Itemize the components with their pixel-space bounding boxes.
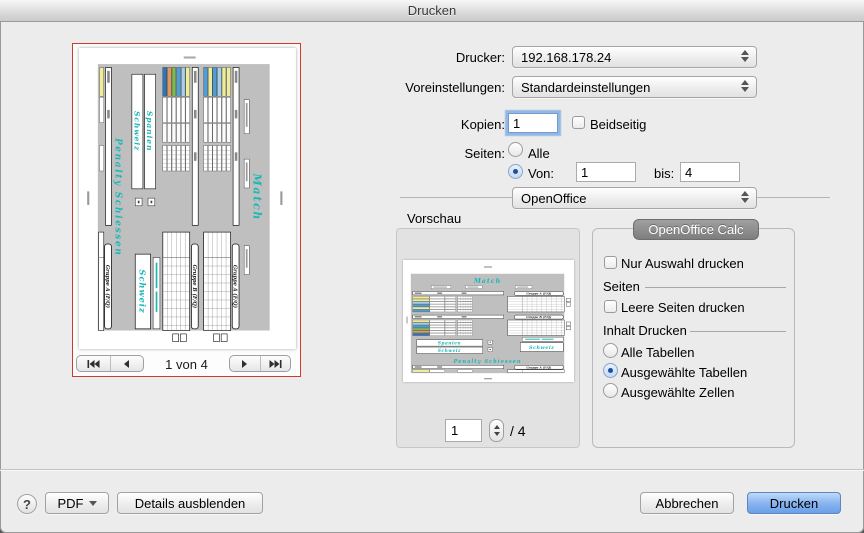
selected-cells-radio[interactable] — [603, 383, 618, 398]
pdf-button-label: PDF — [58, 496, 84, 511]
calc-content-heading: Inhalt Drucken — [603, 323, 687, 338]
popup-stepper-icon — [741, 50, 749, 62]
document-preview-pane: Match Gruppe A (F/Q) Gruppe B (F/Q) Spanien… — [72, 43, 301, 377]
svg-text:Gruppe B (F/Q): Gruppe B (F/Q) — [190, 264, 197, 308]
empty-pages-label: Leere Seiten drucken — [621, 300, 745, 315]
preview-page-large: Match Gruppe A (F/Q) Gruppe B (F/Q) Spanien… — [79, 48, 296, 349]
help-button[interactable]: ? — [17, 494, 37, 514]
duplex-label: Beidseitig — [590, 117, 646, 132]
svg-text:Penalty Schiessen: Penalty Schiessen — [453, 359, 522, 365]
svg-text:Gruppe A (F/Q): Gruppe A (F/Q) — [104, 264, 111, 308]
copies-input[interactable] — [508, 113, 558, 133]
only-selection-label: Nur Auswahl drucken — [621, 256, 744, 271]
pages-to-input[interactable] — [680, 162, 740, 182]
svg-text:Gruppe B (F/Q): Gruppe B (F/Q) — [526, 315, 552, 319]
calc-options-panel: OpenOffice Calc Nur Auswahl drucken Seit… — [592, 228, 795, 448]
all-tables-label: Alle Tabellen — [621, 345, 694, 360]
preview-page-stepper[interactable] — [489, 419, 504, 442]
printer-value: 192.168.178.24 — [521, 50, 611, 65]
pages-from-input[interactable] — [576, 162, 636, 182]
copies-label: Kopien: — [461, 117, 505, 132]
cancel-button[interactable]: Abbrechen — [640, 492, 734, 514]
dialog-title: Drucken — [408, 3, 456, 18]
last-page-button[interactable] — [260, 356, 291, 371]
preview-page-total: / 4 — [510, 423, 526, 439]
presets-label: Voreinstellungen: — [405, 80, 505, 95]
help-icon: ? — [23, 497, 31, 512]
print-button-label: Drucken — [770, 496, 818, 511]
pages-all-radio[interactable] — [508, 142, 523, 157]
preview-nav-forward-group — [229, 355, 291, 372]
preview-page-small: Match Gruppe A (F/Q) Gruppe B (F/Q) Spanien… — [403, 260, 574, 382]
svg-text:Schweiz: Schweiz — [136, 269, 146, 313]
pages-von-radio[interactable] — [508, 164, 523, 179]
preview-sheet-small: Match Gruppe A (F/Q) Gruppe B (F/Q) Spanien… — [403, 260, 574, 382]
stepper-up-icon — [494, 425, 500, 429]
svg-text:Gruppe A (F/Q): Gruppe A (F/Q) — [526, 365, 552, 369]
cancel-button-label: Abbrechen — [656, 496, 719, 511]
next-page-button[interactable] — [230, 356, 260, 371]
hide-details-label: Details ausblenden — [135, 496, 246, 511]
selected-tables-radio[interactable] — [603, 363, 618, 378]
calc-panel-tab: OpenOffice Calc — [633, 219, 759, 240]
selected-tables-label: Ausgewählte Tabellen — [621, 365, 747, 380]
svg-text:Gruppe A (F/Q): Gruppe A (F/Q) — [231, 264, 238, 308]
title-bar: Drucken — [0, 0, 864, 22]
pages-label: Seiten: — [465, 146, 505, 161]
next-page-icon — [240, 360, 249, 368]
svg-text:Schweiz: Schweiz — [132, 110, 141, 150]
empty-pages-checkbox[interactable] — [604, 300, 617, 313]
vorschau-title: Vorschau — [407, 211, 461, 226]
svg-text:Spanien: Spanien — [438, 342, 461, 347]
pages-from-label: Von: — [528, 166, 554, 181]
presets-value: Standardeinstellungen — [521, 80, 650, 95]
app-options-popup[interactable]: OpenOffice — [512, 187, 757, 209]
preview-page-input[interactable] — [445, 419, 482, 442]
presets-popup[interactable]: Standardeinstellungen — [512, 76, 757, 98]
hide-details-button[interactable]: Details ausblenden — [117, 492, 263, 514]
only-selection-checkbox[interactable] — [604, 256, 617, 269]
heading-rule — [645, 287, 786, 288]
chevron-down-icon — [89, 501, 97, 506]
print-button[interactable]: Drucken — [747, 492, 841, 514]
printer-label: Drucker: — [456, 50, 505, 65]
stepper-down-icon — [494, 432, 500, 436]
selected-cells-label: Ausgewählte Zellen — [621, 385, 734, 400]
duplex-checkbox[interactable] — [572, 116, 585, 129]
last-page-icon — [269, 360, 282, 368]
preview-sheet-rotated: Match Gruppe A (F/Q) Gruppe B (F/Q) Spanien… — [82, 50, 293, 347]
svg-text:Schweiz: Schweiz — [438, 349, 461, 354]
footer-divider — [0, 469, 864, 470]
svg-text:Gruppe A (F/Q): Gruppe A (F/Q) — [526, 292, 552, 296]
printer-popup[interactable]: 192.168.178.24 — [512, 46, 757, 68]
calc-pages-heading: Seiten — [603, 279, 640, 294]
vorschau-panel: Match Gruppe A (F/Q) Gruppe B (F/Q) Spanien… — [396, 228, 580, 448]
svg-text:Match: Match — [250, 172, 263, 221]
popup-stepper-icon — [741, 80, 749, 92]
print-dialog: Drucken Match Gruppe A (F/Q) Gruppe B (F/Q… — [0, 0, 864, 533]
popup-stepper-icon — [741, 191, 749, 203]
all-tables-radio[interactable] — [603, 343, 618, 358]
svg-text:Spanien: Spanien — [145, 110, 154, 151]
svg-text:Match: Match — [473, 277, 501, 285]
pdf-menu-button[interactable]: PDF — [45, 492, 109, 514]
heading-rule — [690, 331, 786, 332]
svg-text:Schweiz: Schweiz — [529, 345, 554, 351]
app-options-value: OpenOffice — [521, 191, 587, 206]
pages-all-label: Alle — [528, 146, 550, 161]
svg-text:Penalty Schiessen: Penalty Schiessen — [112, 137, 122, 256]
pages-to-label: bis: — [654, 166, 674, 181]
preview-navigation: 1 von 4 — [73, 355, 300, 373]
